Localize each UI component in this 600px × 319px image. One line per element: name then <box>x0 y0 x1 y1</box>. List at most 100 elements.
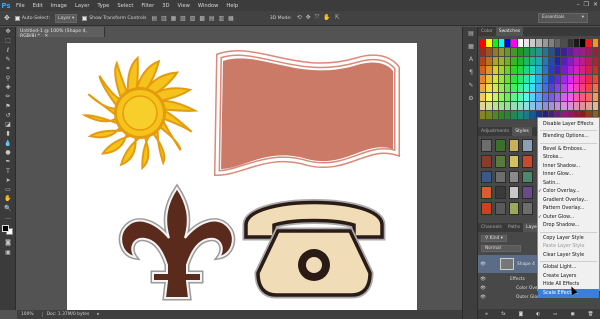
style-preset[interactable] <box>481 170 492 184</box>
swatch[interactable] <box>561 57 567 65</box>
menu-help[interactable]: Help <box>222 3 242 9</box>
menu-item-inner-glow[interactable]: Inner Glow... <box>538 171 599 180</box>
swatch[interactable] <box>580 93 586 101</box>
swatch[interactable] <box>505 84 511 92</box>
swatch[interactable] <box>536 48 542 56</box>
style-preset[interactable] <box>494 154 506 168</box>
style-preset[interactable] <box>522 139 533 152</box>
color-swatches[interactable] <box>1 224 15 236</box>
swatch[interactable] <box>548 66 555 74</box>
swatch[interactable] <box>542 84 548 92</box>
move-tool-icon[interactable]: ✥ <box>4 14 10 22</box>
menu-item-scale-effects[interactable]: Scale Effects... <box>538 289 599 298</box>
quick-select-tool-icon[interactable]: ✎ <box>0 55 16 64</box>
swatch[interactable] <box>567 84 573 92</box>
style-preset[interactable] <box>494 170 506 184</box>
style-preset[interactable] <box>481 202 492 215</box>
swatch[interactable] <box>505 66 511 74</box>
swatch[interactable] <box>505 93 511 101</box>
swatch[interactable] <box>580 84 586 92</box>
swatch[interactable] <box>486 57 492 65</box>
healing-brush-tool-icon[interactable]: ✚ <box>0 83 16 92</box>
swatch[interactable] <box>505 57 511 65</box>
menu-item-pattern-overlay[interactable]: Pattern Overlay... <box>538 205 599 214</box>
swatch[interactable] <box>480 93 486 101</box>
style-preset[interactable] <box>508 202 520 215</box>
swatch[interactable] <box>567 102 573 110</box>
swatch[interactable] <box>530 75 536 83</box>
swatch[interactable] <box>492 39 498 47</box>
tool-presets-icon[interactable]: ⚙ <box>463 92 479 105</box>
swatch[interactable] <box>555 84 561 92</box>
new-layer-icon[interactable]: ▣ <box>570 312 574 317</box>
style-preset[interactable] <box>522 202 533 215</box>
brush-tool-icon[interactable]: ✏ <box>0 92 16 101</box>
type-tool-icon[interactable]: T <box>0 166 16 175</box>
swatch[interactable] <box>548 102 555 110</box>
swatch[interactable] <box>573 39 580 47</box>
swatch[interactable] <box>561 75 567 83</box>
swatch[interactable] <box>555 75 561 83</box>
trash-icon[interactable]: 🗑 <box>588 312 594 317</box>
menu-3d[interactable]: 3D <box>158 3 173 9</box>
swatch[interactable] <box>523 111 530 119</box>
swatch[interactable] <box>486 75 492 83</box>
eyedropper-tool-icon[interactable]: ⚲ <box>0 73 16 82</box>
pen-tool-icon[interactable]: ✒ <box>0 157 16 166</box>
swatch[interactable] <box>580 66 586 74</box>
swatch[interactable] <box>505 39 511 47</box>
menu-item-disable-layer-effects[interactable]: Disable Layer Effects <box>538 120 599 129</box>
gradient-tool-icon[interactable]: ▮ <box>0 129 16 138</box>
swatch[interactable] <box>517 84 523 92</box>
swatch[interactable] <box>567 48 573 56</box>
swatch[interactable] <box>592 102 598 110</box>
mask-icon[interactable]: ◙ <box>519 312 523 317</box>
swatch[interactable] <box>480 39 486 47</box>
swatch[interactable] <box>523 48 530 56</box>
marquee-tool-icon[interactable]: ⬚ <box>0 36 16 45</box>
menu-item-blending-options[interactable]: Blending Options... <box>538 133 599 142</box>
swatch[interactable] <box>592 48 598 56</box>
history-icon[interactable]: ▤ <box>463 27 479 40</box>
style-preset[interactable] <box>494 186 506 200</box>
swatch[interactable] <box>486 48 492 56</box>
swatch[interactable] <box>567 57 573 65</box>
menu-item-gradient-overlay[interactable]: Gradient Overlay... <box>538 196 599 205</box>
swatch[interactable] <box>486 39 492 47</box>
swatch[interactable] <box>555 102 561 110</box>
swatch[interactable] <box>567 39 573 47</box>
swatch[interactable] <box>505 75 511 83</box>
swatch[interactable] <box>536 84 542 92</box>
swatch[interactable] <box>573 93 580 101</box>
swatch[interactable] <box>486 66 492 74</box>
swatch[interactable] <box>580 75 586 83</box>
swatch[interactable] <box>548 57 555 65</box>
transform-controls-checkbox[interactable]: Show Transform Controls <box>82 15 146 21</box>
swatch[interactable] <box>530 111 536 119</box>
more-tools-icon[interactable]: … <box>0 213 16 222</box>
character-icon[interactable]: A <box>463 53 479 66</box>
swatch[interactable] <box>548 75 555 83</box>
swatch[interactable] <box>561 102 567 110</box>
menu-select[interactable]: Select <box>113 3 137 9</box>
style-preset[interactable] <box>481 139 492 152</box>
hand-tool-icon[interactable]: ✋ <box>0 194 16 203</box>
lasso-tool-icon[interactable]: ℓ <box>0 46 16 55</box>
paragraph-icon[interactable]: ¶ <box>463 66 479 79</box>
visibility-eye-icon[interactable]: 👁 <box>478 262 488 267</box>
swatch[interactable] <box>555 93 561 101</box>
group-icon[interactable]: ▭ <box>553 312 557 317</box>
menu-filter[interactable]: Filter <box>137 3 158 9</box>
swatch[interactable] <box>592 57 598 65</box>
swatch[interactable] <box>517 111 523 119</box>
menu-item-clear-layer-style[interactable]: Clear Layer Style <box>538 251 599 260</box>
swatch[interactable] <box>498 75 505 83</box>
menu-item-bevel-emboss[interactable]: Bevel & Emboss... <box>538 145 599 154</box>
style-preset[interactable] <box>522 154 533 168</box>
swatch[interactable] <box>523 102 530 110</box>
move-tool-icon[interactable]: ✥ <box>0 27 16 36</box>
swatch[interactable] <box>511 66 517 74</box>
swatch[interactable] <box>492 84 498 92</box>
style-preset[interactable] <box>508 139 520 152</box>
doc-size[interactable]: Doc: 1.37M/0 bytes <box>41 312 89 317</box>
